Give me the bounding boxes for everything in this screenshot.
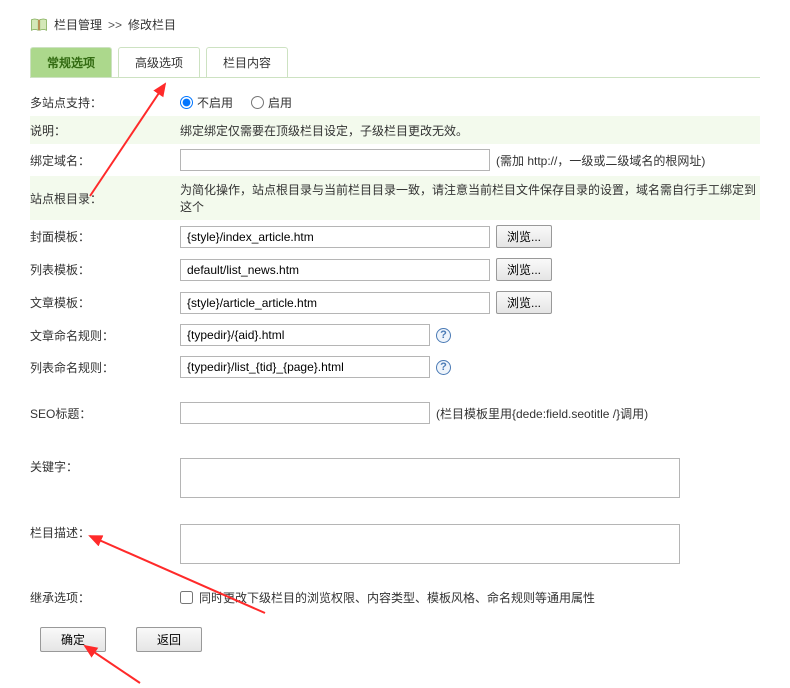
label-rootdir: 站点根目录： (30, 190, 180, 207)
covertpl-input[interactable] (180, 226, 490, 248)
label-artrule: 文章命名规则： (30, 327, 180, 344)
label-desc: 栏目描述： (30, 524, 180, 541)
domain-input[interactable] (180, 149, 490, 171)
artrule-input[interactable] (180, 324, 430, 346)
label-multisite: 多站点支持： (30, 94, 180, 111)
listrule-input[interactable] (180, 356, 430, 378)
breadcrumb-current: 修改栏目 (128, 16, 176, 33)
tabs: 常规选项 高级选项 栏目内容 (30, 47, 760, 78)
label-listrule: 列表命名规则： (30, 359, 180, 376)
label-listtpl: 列表模板： (30, 261, 180, 278)
label-keywords: 关键字： (30, 458, 180, 475)
help-icon[interactable]: ? (436, 360, 451, 375)
rootdir-text: 为简化操作，站点根目录与当前栏目目录一致，请注意当前栏目文件保存目录的设置，域名… (180, 181, 760, 215)
breadcrumb-root[interactable]: 栏目管理 (54, 16, 102, 33)
radio-off-input[interactable] (180, 96, 193, 109)
radio-on-input[interactable] (251, 96, 264, 109)
desc-input[interactable] (180, 524, 680, 564)
book-icon (30, 17, 48, 33)
explain-text: 绑定绑定仅需要在顶级栏目设定，子级栏目更改无效。 (180, 122, 468, 139)
domain-hint: (需加 http://，一级或二级域名的根网址) (496, 152, 705, 169)
inherit-text: 同时更改下级栏目的浏览权限、内容类型、模板风格、命名规则等通用属性 (199, 589, 595, 606)
label-seotitle: SEO标题： (30, 405, 180, 422)
help-icon[interactable]: ? (436, 328, 451, 343)
browse-list-button[interactable]: 浏览... (496, 258, 552, 281)
back-button[interactable]: 返回 (136, 627, 202, 652)
tab-advanced[interactable]: 高级选项 (118, 47, 200, 77)
label-inherit: 继承选项： (30, 589, 180, 606)
label-domain: 绑定域名： (30, 152, 180, 169)
arttpl-input[interactable] (180, 292, 490, 314)
seo-hint: (栏目模板里用{dede:field.seotitle /}调用) (436, 405, 648, 422)
radio-on[interactable]: 启用 (251, 94, 292, 111)
browse-art-button[interactable]: 浏览... (496, 291, 552, 314)
tab-content[interactable]: 栏目内容 (206, 47, 288, 77)
seotitle-input[interactable] (180, 402, 430, 424)
inherit-checkbox[interactable] (180, 591, 193, 604)
keywords-input[interactable] (180, 458, 680, 498)
browse-cover-button[interactable]: 浏览... (496, 225, 552, 248)
ok-button[interactable]: 确定 (40, 627, 106, 652)
tab-general[interactable]: 常规选项 (30, 47, 112, 77)
listtpl-input[interactable] (180, 259, 490, 281)
radio-off[interactable]: 不启用 (180, 94, 233, 111)
label-covertpl: 封面模板： (30, 228, 180, 245)
breadcrumb: 栏目管理 >> 修改栏目 (30, 10, 760, 39)
label-arttpl: 文章模板： (30, 294, 180, 311)
label-explain: 说明： (30, 122, 180, 139)
breadcrumb-sep: >> (108, 18, 122, 32)
